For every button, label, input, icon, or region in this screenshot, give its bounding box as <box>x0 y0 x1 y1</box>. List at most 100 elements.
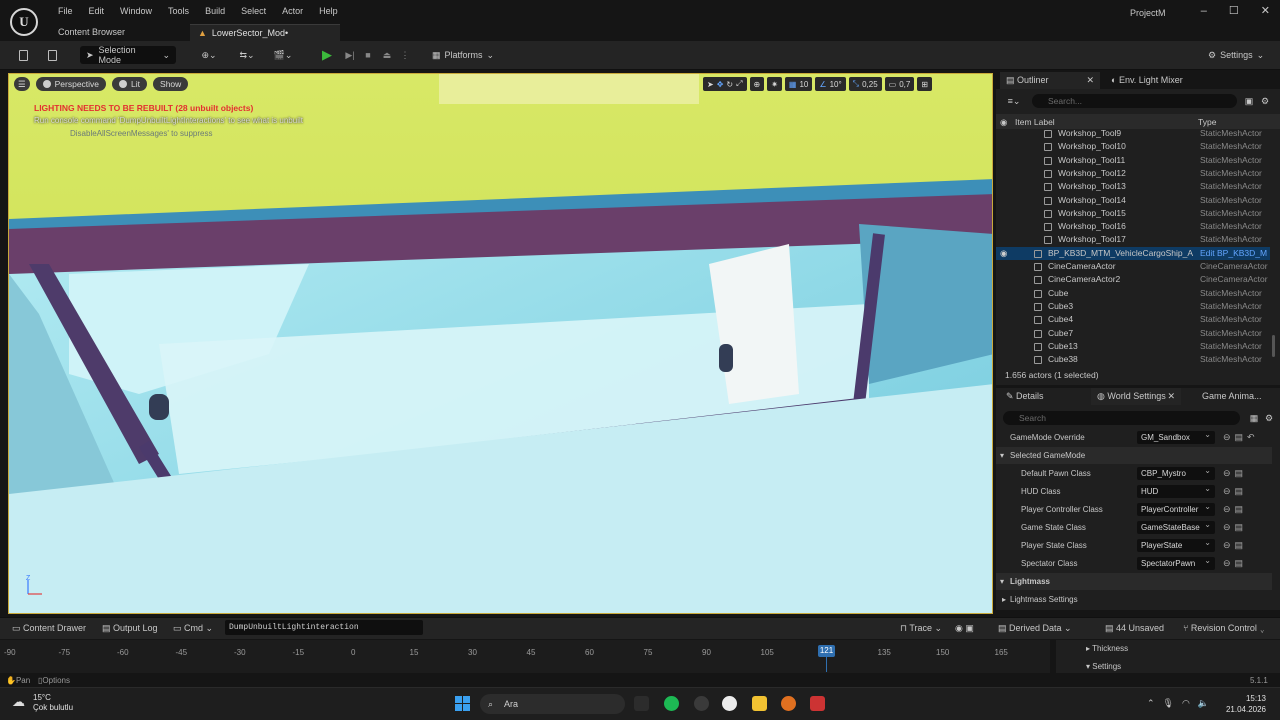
visibility-icon[interactable]: ◉ <box>1000 247 1007 260</box>
visibility-icon[interactable]: ◉ <box>1000 117 1007 128</box>
taskbar-search-input[interactable]: ⌕ Ara <box>480 694 625 714</box>
maximize-viewport-icon[interactable]: ⊞ <box>917 77 933 91</box>
menu-edit[interactable]: Edit <box>81 6 113 16</box>
asset-actions-icon[interactable]: ⊖▤ <box>1223 486 1247 497</box>
playhead[interactable]: 121 <box>818 645 835 657</box>
outliner-row[interactable]: Workshop_Tool14 StaticMeshActor <box>996 194 1270 207</box>
tab-outliner[interactable]: ▤ Outliner ✕ <box>1000 72 1100 89</box>
outliner-row[interactable]: Workshop_Tool11 StaticMeshActor <box>996 154 1270 167</box>
item-label-column[interactable]: Item Label <box>1015 117 1055 127</box>
outliner-row[interactable]: Cube4 StaticMeshActor <box>996 313 1270 326</box>
close-icon[interactable]: ✕ <box>1086 72 1094 89</box>
world-local-toggle[interactable]: ⊕ <box>749 77 765 91</box>
system-clock[interactable]: 15:13 21.04.2026 <box>1222 693 1266 715</box>
property-value-dropdown[interactable]: CBP_Mystro <box>1137 464 1215 480</box>
content-drawer-button[interactable]: ▭ Content Drawer <box>12 617 86 639</box>
output-log-button[interactable]: ▤ Output Log <box>102 617 158 639</box>
trace-dropdown[interactable]: ⊓ Trace ⌄ <box>900 617 942 639</box>
outliner-row[interactable]: Workshop_Tool16 StaticMeshActor <box>996 220 1270 233</box>
weather-widget[interactable]: ☁ 15°C Çok bulutlu <box>12 693 73 713</box>
thickness-track[interactable]: ▸ Thickness <box>1086 644 1128 653</box>
asset-actions-icon[interactable]: ⊖▤↶ <box>1223 432 1259 443</box>
browse-icon[interactable] <box>44 46 60 64</box>
lightmass-section[interactable]: ▾ Lightmass <box>996 573 1272 590</box>
save-icon[interactable] <box>16 46 30 64</box>
perspective-button[interactable]: Perspective <box>35 77 107 91</box>
blueprint-icon[interactable]: ⇆⌄ <box>232 46 262 64</box>
add-folder-icon[interactable]: ▣ <box>1243 94 1255 108</box>
show-button[interactable]: Show <box>153 77 189 91</box>
property-value-dropdown[interactable]: SpectatorPawn <box>1137 554 1215 570</box>
outliner-search-input[interactable]: Search... <box>1032 94 1237 108</box>
tab-world-settings[interactable]: ◍ World Settings ✕ <box>1091 388 1181 405</box>
close-icon[interactable]: ✕ <box>1167 388 1175 405</box>
tab-env-light-mixer[interactable]: ◐ Env. Light Mixer <box>1105 72 1189 89</box>
outliner-row[interactable]: Cube StaticMeshActor <box>996 287 1270 300</box>
asset-actions-icon[interactable]: ⊖▤ <box>1223 558 1247 569</box>
tab-level[interactable]: ▲ LowerSector_Mod• <box>190 24 340 41</box>
outliner-row[interactable]: Workshop_Tool13 StaticMeshActor <box>996 180 1270 193</box>
outliner-row[interactable]: CineCameraActor CineCameraActor <box>996 260 1270 273</box>
lit-button[interactable]: Lit <box>112 77 148 91</box>
asset-actions-icon[interactable]: ⊖▤ <box>1223 468 1247 479</box>
outliner-row[interactable]: Workshop_Tool17 StaticMeshActor <box>996 233 1270 246</box>
filter-icon[interactable]: ≡⌄ <box>1002 94 1026 108</box>
surface-snap-toggle[interactable]: ✷ <box>767 77 782 91</box>
menu-actor[interactable]: Actor <box>274 6 311 16</box>
maximize-button[interactable]: ☐ <box>1229 4 1239 17</box>
tab-details[interactable]: ✎ Details <box>1000 388 1050 405</box>
unsaved-button[interactable]: ▤ 44 Unsaved <box>1105 617 1164 639</box>
steam-icon[interactable] <box>694 696 709 711</box>
details-search-input[interactable]: Search <box>1003 411 1240 425</box>
outliner-row[interactable]: Cube3 StaticMeshActor <box>996 300 1270 313</box>
asset-actions-icon[interactable]: ⊖▤ <box>1223 540 1247 551</box>
stop-button[interactable]: ■ <box>362 46 374 64</box>
derived-data-button[interactable]: ▤ Derived Data ⌄ <box>998 617 1072 639</box>
scale-snap-button[interactable]: ⤡ 0,25 <box>848 77 882 91</box>
menu-help[interactable]: Help <box>311 6 346 16</box>
settings-dropdown[interactable]: ⚙ Settings ⌄ <box>1208 46 1264 64</box>
rotation-snap-button[interactable]: ∠ 10° <box>815 77 846 91</box>
grid-snap-button[interactable]: ▦ 10 <box>784 77 813 91</box>
file-explorer-icon[interactable] <box>752 696 767 711</box>
platforms-dropdown[interactable]: ▦ Platforms ⌄ <box>432 46 494 64</box>
spotify-icon[interactable] <box>664 696 679 711</box>
menu-select[interactable]: Select <box>233 6 274 16</box>
console-command-input[interactable]: DumpUnbuiltLightinteraction <box>225 620 423 635</box>
add-actor-icon[interactable]: ⊕⌄ <box>196 46 222 64</box>
tab-content-browser[interactable]: Content Browser <box>50 24 134 41</box>
revision-control-button[interactable]: ⑂ Revision Control ⌄ <box>1183 617 1265 639</box>
outliner-row[interactable]: Cube7 StaticMeshActor <box>996 327 1270 340</box>
menu-file[interactable]: File <box>50 6 81 16</box>
cinematics-icon[interactable]: 🎬⌄ <box>270 46 296 64</box>
camera-speed-button[interactable]: ▭ 0,7 <box>884 77 915 91</box>
gamemode-override-value[interactable]: GM_Sandbox <box>1137 428 1215 444</box>
viewport-menu-icon[interactable]: ☰ <box>14 77 30 91</box>
outliner-row[interactable]: Cube38 StaticMeshActor <box>996 353 1270 365</box>
menu-build[interactable]: Build <box>197 6 233 16</box>
details-settings-icon[interactable]: ⚙ <box>1263 411 1275 425</box>
outliner-row[interactable]: Cube13 StaticMeshActor <box>996 340 1270 353</box>
outliner-settings-icon[interactable]: ⚙ <box>1259 94 1271 108</box>
property-value-dropdown[interactable]: PlayerController <box>1137 500 1215 516</box>
copilot-icon[interactable] <box>634 696 649 711</box>
settings-track[interactable]: ▾ Settings <box>1086 662 1121 671</box>
windows-start-icon[interactable] <box>455 696 470 711</box>
minimize-button[interactable]: – <box>1201 5 1207 17</box>
table-view-icon[interactable]: ▦ <box>1248 411 1260 425</box>
selection-mode-dropdown[interactable]: ➤ Selection Mode ⌄ <box>80 45 176 65</box>
outliner-row[interactable]: CineCameraActor2 CineCameraActor <box>996 273 1270 286</box>
step-button[interactable]: ▶| <box>343 46 357 64</box>
system-tray[interactable]: ⌃ 🎙 ◠ 🔈 <box>1147 696 1209 710</box>
transform-tools[interactable]: ➤ ✥ ↻ ⤢ <box>703 77 747 91</box>
tab-game-animation[interactable]: Game Anima... <box>1196 388 1268 405</box>
close-window-button[interactable]: ✕ <box>1261 4 1270 17</box>
outliner-row[interactable]: ◉ BP_KB3D_MTM_VehicleCargoShip_A Edit BP_K… <box>996 246 1270 260</box>
blender-icon[interactable] <box>781 696 796 711</box>
type-column[interactable]: Type <box>1198 117 1216 127</box>
menu-tools[interactable]: Tools <box>160 6 197 16</box>
asset-actions-icon[interactable]: ⊖▤ <box>1223 522 1247 533</box>
outliner-scrollbar[interactable] <box>1272 335 1275 357</box>
asset-actions-icon[interactable]: ⊖▤ <box>1223 504 1247 515</box>
app-icon[interactable] <box>810 696 825 711</box>
